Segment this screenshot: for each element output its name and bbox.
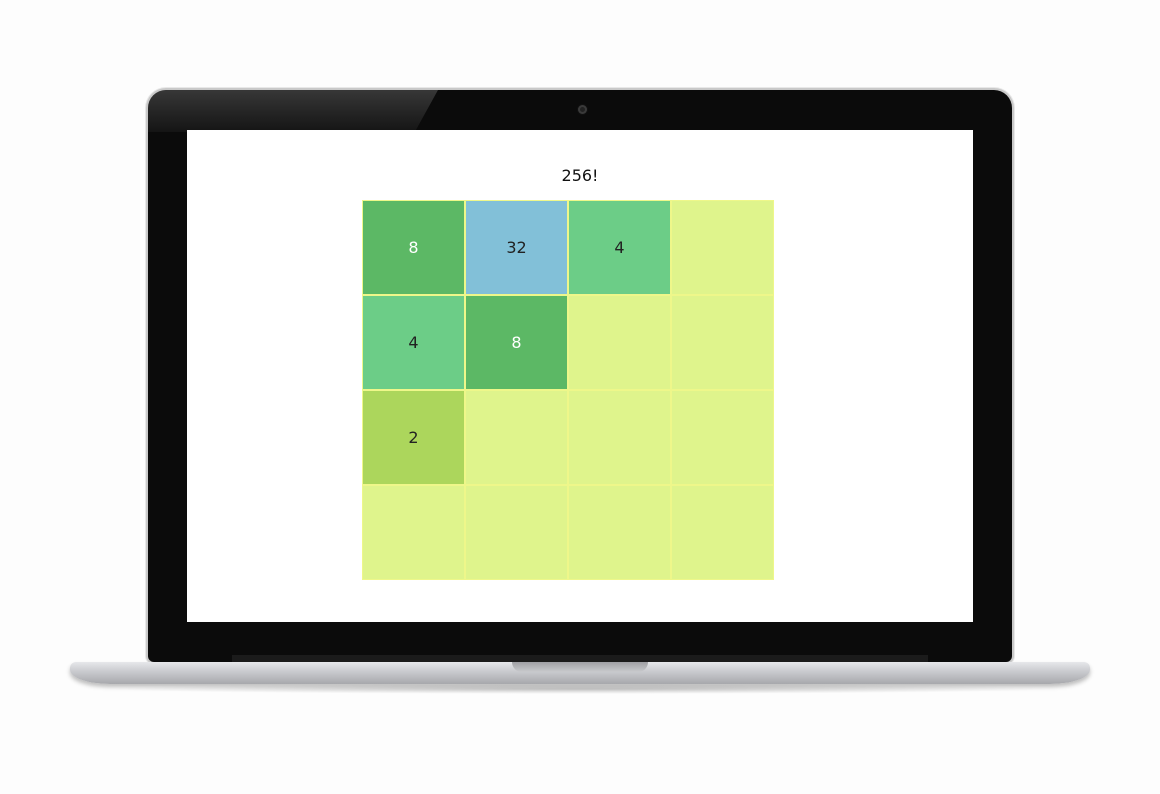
screen-glare: [148, 90, 438, 132]
game-tile: [671, 390, 774, 485]
score-display: 256!: [561, 166, 599, 185]
game-board[interactable]: 8 32 4 4 8 2: [362, 200, 774, 580]
laptop-screen: 256! 8 32 4 4 8 2: [187, 130, 973, 622]
game-tile: 4: [362, 295, 465, 390]
game-tile: [465, 390, 568, 485]
laptop-opening-notch: [512, 662, 648, 672]
game-tile: [568, 485, 671, 580]
product-mockup: 256! 8 32 4 4 8 2: [0, 0, 1160, 794]
game-tile: 8: [362, 200, 465, 295]
game-tile: [671, 295, 774, 390]
game-tile: [671, 485, 774, 580]
laptop-shadow: [100, 684, 1060, 694]
game-tile: 2: [362, 390, 465, 485]
game-tile: [568, 295, 671, 390]
camera-icon: [578, 105, 587, 114]
game-tile: 8: [465, 295, 568, 390]
game-tile: [671, 200, 774, 295]
game-tile: [465, 485, 568, 580]
game-tile: 4: [568, 200, 671, 295]
game-tile: [568, 390, 671, 485]
game-tile: [362, 485, 465, 580]
game-tile: 32: [465, 200, 568, 295]
laptop-lid: 256! 8 32 4 4 8 2: [148, 90, 1012, 662]
